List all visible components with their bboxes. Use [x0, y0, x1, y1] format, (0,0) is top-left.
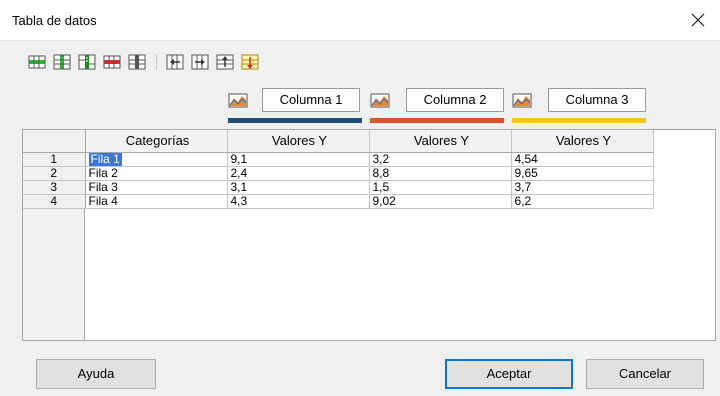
help-button[interactable]: Ayuda	[36, 359, 156, 389]
series-color-bar	[512, 118, 646, 123]
value-cell[interactable]: 9,65	[511, 166, 654, 181]
category-cell[interactable]: Fila 1	[85, 152, 228, 167]
value-cell[interactable]: 8,8	[369, 166, 512, 181]
value-cell[interactable]: 9,02	[369, 194, 512, 209]
close-icon	[691, 13, 705, 27]
category-cell[interactable]: Fila 3	[85, 180, 228, 195]
row-number[interactable]: 1	[23, 152, 86, 167]
data-grid: Categorías Valores Y Valores Y Valores Y…	[23, 130, 654, 209]
table-row: 4 Fila 4 4,3 9,02 6,2	[23, 194, 654, 209]
series-header-3: Columna 3	[512, 88, 650, 124]
series-chart-icon[interactable]	[228, 91, 248, 109]
column-header[interactable]: Valores Y	[511, 130, 654, 153]
value-cell[interactable]: 9,1	[227, 152, 370, 167]
column-header[interactable]: Categorías	[85, 130, 228, 153]
value-cell[interactable]: 3,1	[227, 180, 370, 195]
table-row: 1 Fila 1 9,1 3,2 4,54	[23, 152, 654, 167]
category-cell[interactable]: Fila 4	[85, 194, 228, 209]
close-button[interactable]	[676, 0, 720, 40]
toolbar	[28, 52, 266, 72]
data-table: Categorías Valores Y Valores Y Valores Y…	[22, 129, 716, 341]
value-cell[interactable]: 3,7	[511, 180, 654, 195]
series-chart-icon[interactable]	[512, 91, 532, 109]
dialog-title: Tabla de datos	[12, 13, 97, 28]
insert-row-icon[interactable]	[28, 53, 46, 71]
series-name-field[interactable]: Columna 3	[548, 88, 646, 112]
ok-button[interactable]: Aceptar	[445, 359, 573, 389]
value-cell[interactable]: 4,3	[227, 194, 370, 209]
column-header[interactable]: Valores Y	[227, 130, 370, 153]
insert-text-column-icon[interactable]	[78, 53, 96, 71]
series-name-field[interactable]: Columna 2	[406, 88, 504, 112]
toolbar-separator	[156, 54, 157, 70]
selected-text: Fila 1	[88, 152, 122, 166]
column-header[interactable]: Valores Y	[369, 130, 512, 153]
title-bar: Tabla de datos	[0, 0, 720, 41]
delete-row-icon[interactable]	[103, 53, 121, 71]
move-series-right-icon[interactable]	[191, 53, 209, 71]
category-cell[interactable]: Fila 2	[85, 166, 228, 181]
series-header-2: Columna 2	[370, 88, 508, 124]
move-row-down-icon[interactable]	[241, 53, 259, 71]
series-color-bar	[370, 118, 504, 123]
series-chart-icon[interactable]	[370, 91, 390, 109]
value-cell[interactable]: 2,4	[227, 166, 370, 181]
series-name-field[interactable]: Columna 1	[262, 88, 360, 112]
move-series-left-icon[interactable]	[166, 53, 184, 71]
row-number[interactable]: 2	[23, 166, 86, 181]
table-row: 2 Fila 2 2,4 8,8 9,65	[23, 166, 654, 181]
value-cell[interactable]: 6,2	[511, 194, 654, 209]
value-cell[interactable]: 4,54	[511, 152, 654, 167]
table-row: 3 Fila 3 3,1 1,5 3,7	[23, 180, 654, 195]
insert-series-icon[interactable]	[53, 53, 71, 71]
cancel-button[interactable]: Cancelar	[586, 359, 704, 389]
delete-series-icon[interactable]	[128, 53, 146, 71]
value-cell[interactable]: 3,2	[369, 152, 512, 167]
value-cell[interactable]: 1,5	[369, 180, 512, 195]
series-header-1: Columna 1	[228, 88, 366, 124]
row-number[interactable]: 3	[23, 180, 86, 195]
row-number[interactable]: 4	[23, 194, 86, 209]
move-row-up-icon[interactable]	[216, 53, 234, 71]
series-color-bar	[228, 118, 362, 123]
corner-cell	[23, 130, 86, 153]
